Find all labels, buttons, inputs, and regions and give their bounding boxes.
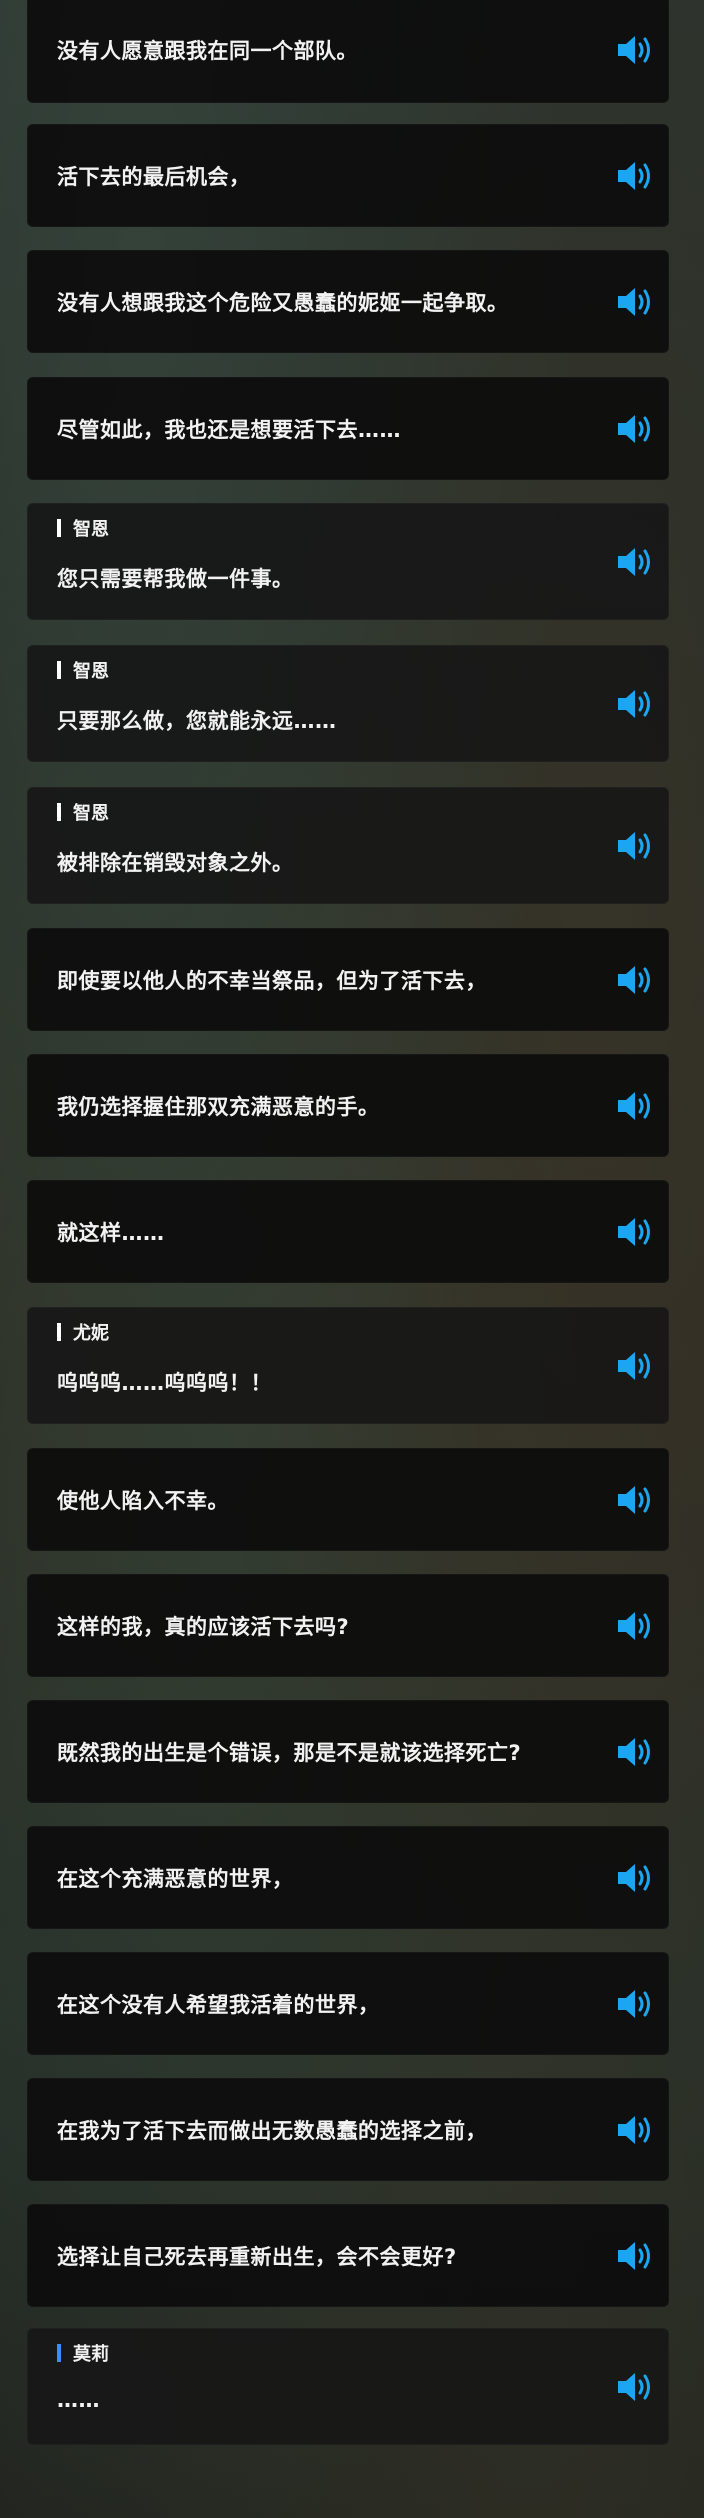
dialogue-text: 呜呜呜……呜呜呜！！	[57, 1371, 272, 1395]
dialogue-text: 这样的我，真的应该活下去吗?	[57, 1614, 350, 1639]
dialogue-entry: 这样的我，真的应该活下去吗?	[27, 1574, 669, 1677]
speaker-marker	[57, 2344, 61, 2362]
dialogue-text: 没有人想跟我这个危险又愚蠢的妮姬一起争取。	[57, 290, 509, 315]
dialogue-text: 我仍选择握住那双充满恶意的手。	[57, 1094, 380, 1119]
dialogue-text: 选择让自己死去再重新出生，会不会更好?	[57, 2244, 457, 2269]
voice-play-icon[interactable]	[615, 1349, 655, 1383]
voice-play-icon[interactable]	[615, 1609, 655, 1643]
speaker-label: 智恩	[73, 803, 109, 824]
voice-play-icon[interactable]	[615, 2113, 655, 2147]
dialogue-entry: 智恩 只要那么做，您就能永远……	[27, 645, 669, 762]
dialogue-text: 活下去的最后机会，	[57, 164, 251, 189]
dialogue-entry: 没有人愿意跟我在同一个部队。	[27, 0, 669, 103]
dialogue-entry: 尽管如此，我也还是想要活下去……	[27, 377, 669, 480]
speaker-marker	[57, 661, 61, 679]
dialogue-entry: 使他人陷入不幸。	[27, 1448, 669, 1551]
voice-play-icon[interactable]	[615, 545, 655, 579]
dialogue-text: 即使要以他人的不幸当祭品，但为了活下去，	[57, 968, 487, 993]
dialogue-entry: 智恩 您只需要帮我做一件事。	[27, 503, 669, 620]
dialogue-entry: 尤妮 呜呜呜……呜呜呜！！	[27, 1307, 669, 1424]
dialogue-text: 只要那么做，您就能永远……	[57, 709, 337, 733]
speaker-name: 智恩	[57, 801, 109, 824]
voice-play-icon[interactable]	[615, 1483, 655, 1517]
dialogue-text: 在我为了活下去而做出无数愚蠢的选择之前，	[57, 2118, 487, 2143]
voice-play-icon[interactable]	[615, 963, 655, 997]
voice-play-icon[interactable]	[615, 159, 655, 193]
speaker-label: 智恩	[73, 519, 109, 540]
dialogue-entry: 就这样……	[27, 1180, 669, 1283]
speaker-name: 智恩	[57, 517, 109, 540]
voice-play-icon[interactable]	[615, 1861, 655, 1895]
voice-play-icon[interactable]	[615, 1215, 655, 1249]
voice-play-icon[interactable]	[615, 285, 655, 319]
voice-play-icon[interactable]	[615, 1987, 655, 2021]
dialogue-entry: 选择让自己死去再重新出生，会不会更好?	[27, 2204, 669, 2307]
dialogue-entry: 活下去的最后机会，	[27, 124, 669, 227]
dialogue-entry: 即使要以他人的不幸当祭品，但为了活下去，	[27, 928, 669, 1031]
dialogue-entry: 莫莉 ……	[27, 2328, 669, 2445]
speaker-marker	[57, 519, 61, 537]
dialogue-text: 就这样……	[57, 1220, 165, 1245]
speaker-marker	[57, 803, 61, 821]
voice-play-icon[interactable]	[615, 1735, 655, 1769]
dialogue-text: 没有人愿意跟我在同一个部队。	[57, 38, 358, 63]
voice-play-icon[interactable]	[615, 829, 655, 863]
voice-play-icon[interactable]	[615, 412, 655, 446]
dialogue-text: 您只需要帮我做一件事。	[57, 567, 294, 591]
dialogue-entry: 既然我的出生是个错误，那是不是就该选择死亡?	[27, 1700, 669, 1803]
speaker-label: 莫莉	[73, 2344, 109, 2365]
voice-play-icon[interactable]	[615, 33, 655, 67]
dialogue-entry: 在这个没有人希望我活着的世界，	[27, 1952, 669, 2055]
voice-play-icon[interactable]	[615, 1089, 655, 1123]
dialogue-text: 被排除在销毁对象之外。	[57, 851, 294, 875]
dialogue-text: ……	[57, 2388, 100, 2412]
dialogue-text: 在这个充满恶意的世界，	[57, 1866, 294, 1891]
dialogue-entry: 我仍选择握住那双充满恶意的手。	[27, 1054, 669, 1157]
dialogue-entry: 在这个充满恶意的世界，	[27, 1826, 669, 1929]
dialogue-text: 尽管如此，我也还是想要活下去……	[57, 417, 401, 442]
speaker-name: 尤妮	[57, 1321, 109, 1344]
voice-play-icon[interactable]	[615, 687, 655, 721]
speaker-label: 智恩	[73, 661, 109, 682]
dialogue-entry: 在我为了活下去而做出无数愚蠢的选择之前，	[27, 2078, 669, 2181]
dialogue-entry: 智恩 被排除在销毁对象之外。	[27, 787, 669, 904]
voice-play-icon[interactable]	[615, 2239, 655, 2273]
voice-play-icon[interactable]	[615, 2370, 655, 2404]
speaker-name: 莫莉	[57, 2342, 109, 2365]
speaker-marker	[57, 1323, 61, 1341]
speaker-name: 智恩	[57, 659, 109, 682]
dialogue-entry: 没有人想跟我这个危险又愚蠢的妮姬一起争取。	[27, 250, 669, 353]
dialogue-text: 在这个没有人希望我活着的世界，	[57, 1992, 380, 2017]
dialogue-text: 既然我的出生是个错误，那是不是就该选择死亡?	[57, 1740, 522, 1765]
speaker-label: 尤妮	[73, 1323, 109, 1344]
dialogue-text: 使他人陷入不幸。	[57, 1488, 229, 1513]
